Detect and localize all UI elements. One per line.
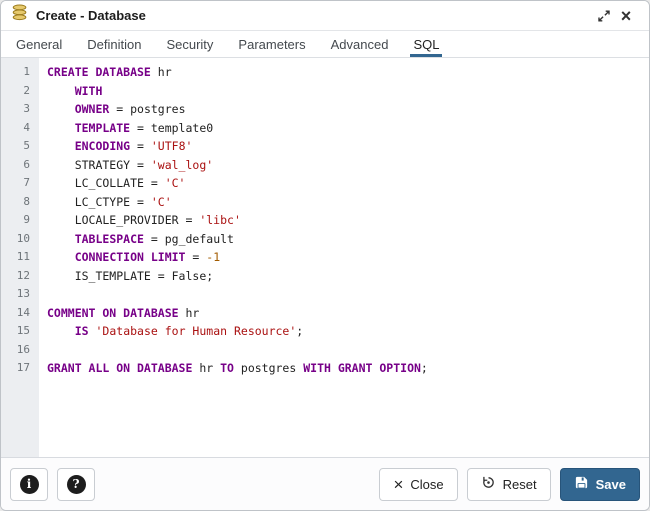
code-line: ENCODING = 'UTF8' <box>47 137 649 156</box>
create-database-dialog: Create - Database × General Definition S… <box>0 0 650 511</box>
code-line: STRATEGY = 'wal_log' <box>47 156 649 175</box>
code-line: LC_CTYPE = 'C' <box>47 193 649 212</box>
close-button[interactable]: × Close <box>379 468 457 501</box>
tab-advanced[interactable]: Advanced <box>328 31 392 57</box>
info-icon: i <box>20 475 39 494</box>
close-icon: × <box>621 7 632 25</box>
code-line: IS_TEMPLATE = False; <box>47 267 649 286</box>
help-icon: ? <box>67 475 86 494</box>
code-line: COMMENT ON DATABASE hr <box>47 304 649 323</box>
reset-button-label: Reset <box>503 477 537 492</box>
line-number: 1 <box>1 63 30 82</box>
line-number: 5 <box>1 137 30 156</box>
close-window-button[interactable]: × <box>615 5 637 27</box>
tab-general[interactable]: General <box>13 31 65 57</box>
reset-icon <box>481 475 496 493</box>
line-number: 4 <box>1 119 30 138</box>
code-line <box>47 285 649 304</box>
line-number-gutter: 1234567891011121314151617 <box>1 58 39 457</box>
tab-security[interactable]: Security <box>163 31 216 57</box>
line-number: 3 <box>1 100 30 119</box>
help-button[interactable]: ? <box>57 468 95 501</box>
line-number: 11 <box>1 248 30 267</box>
database-icon <box>11 4 29 27</box>
code-line: LOCALE_PROVIDER = 'libc' <box>47 211 649 230</box>
tab-parameters[interactable]: Parameters <box>235 31 308 57</box>
line-number: 17 <box>1 359 30 378</box>
code-line: IS 'Database for Human Resource'; <box>47 322 649 341</box>
title-bar: Create - Database × <box>1 1 649 31</box>
line-number: 6 <box>1 156 30 175</box>
maximize-icon <box>597 9 611 23</box>
code-line: LC_COLLATE = 'C' <box>47 174 649 193</box>
sql-info-button[interactable]: i <box>10 468 48 501</box>
code-line <box>47 341 649 360</box>
sql-code-area[interactable]: CREATE DATABASE hr WITH OWNER = postgres… <box>39 58 649 457</box>
code-line: CREATE DATABASE hr <box>47 63 649 82</box>
sql-editor[interactable]: 1234567891011121314151617 CREATE DATABAS… <box>1 58 649 457</box>
line-number: 9 <box>1 211 30 230</box>
code-line: OWNER = postgres <box>47 100 649 119</box>
line-number: 8 <box>1 193 30 212</box>
line-number: 7 <box>1 174 30 193</box>
save-icon <box>574 475 589 493</box>
line-number: 15 <box>1 322 30 341</box>
code-line: WITH <box>47 82 649 101</box>
close-x-icon: × <box>393 476 403 493</box>
line-number: 12 <box>1 267 30 286</box>
dialog-tabs: General Definition Security Parameters A… <box>1 31 649 58</box>
reset-button[interactable]: Reset <box>467 468 551 501</box>
code-line: GRANT ALL ON DATABASE hr TO postgres WIT… <box>47 359 649 378</box>
line-number: 14 <box>1 304 30 323</box>
dialog-title: Create - Database <box>36 8 146 23</box>
close-button-label: Close <box>410 477 443 492</box>
code-line: TABLESPACE = pg_default <box>47 230 649 249</box>
save-button-label: Save <box>596 477 626 492</box>
tab-sql[interactable]: SQL <box>410 31 442 57</box>
save-button[interactable]: Save <box>560 468 640 501</box>
line-number: 13 <box>1 285 30 304</box>
code-line: CONNECTION LIMIT = -1 <box>47 248 649 267</box>
maximize-button[interactable] <box>593 5 615 27</box>
dialog-footer: i ? × Close Reset <box>1 457 649 510</box>
code-line: TEMPLATE = template0 <box>47 119 649 138</box>
line-number: 10 <box>1 230 30 249</box>
line-number: 2 <box>1 82 30 101</box>
tab-definition[interactable]: Definition <box>84 31 144 57</box>
line-number: 16 <box>1 341 30 360</box>
